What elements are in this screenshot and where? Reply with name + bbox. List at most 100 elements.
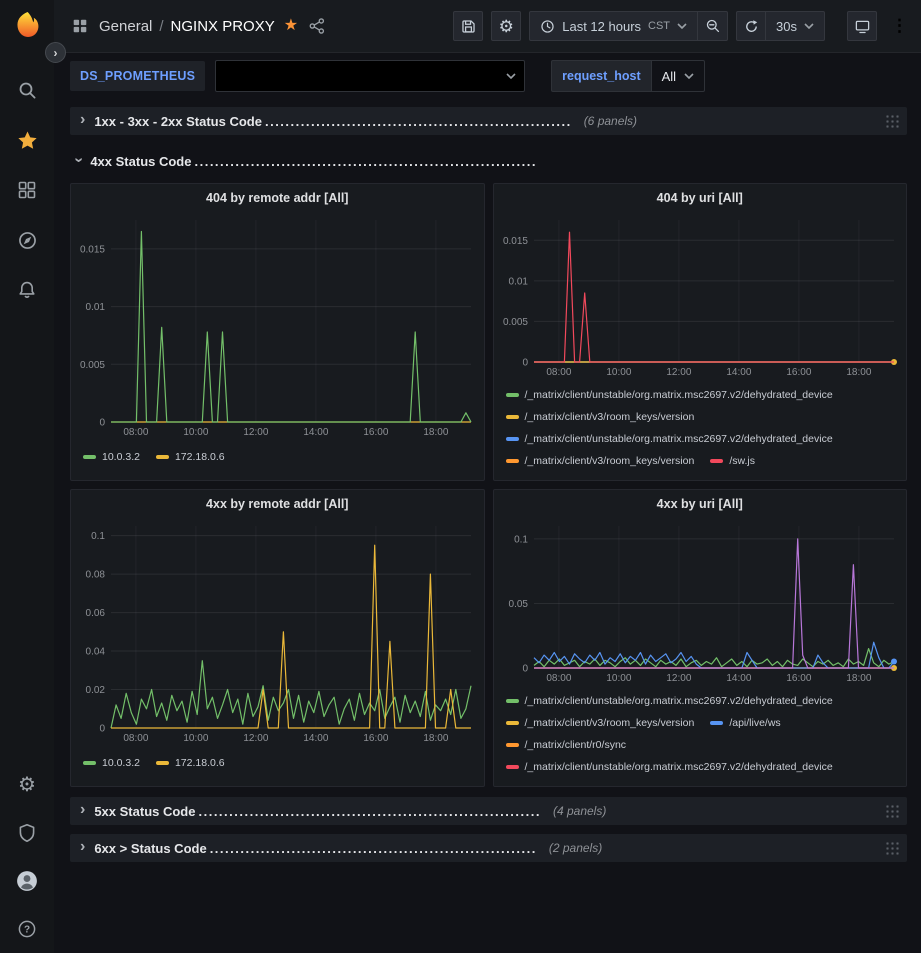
legend-item[interactable]: /_matrix/client/unstable/org.matrix.msc2… — [506, 385, 833, 405]
host-variable-select[interactable] — [215, 60, 525, 92]
legend-item[interactable]: /sw.js — [710, 451, 755, 471]
panel-title[interactable]: 4xx by remote addr [All] — [71, 490, 484, 518]
sidebar-navigation: ⚙ ? — [0, 0, 54, 953]
legend-label: /_matrix/client/v3/room_keys/version — [525, 407, 695, 427]
row-panel-count: (6 panels) — [584, 114, 637, 128]
legend-item[interactable]: 172.18.0.6 — [156, 447, 225, 467]
admin-shield-icon[interactable] — [15, 821, 39, 845]
svg-text:0.08: 0.08 — [86, 570, 106, 581]
starred-icon[interactable] — [15, 128, 39, 152]
svg-text:10:00: 10:00 — [183, 427, 208, 438]
panel-title[interactable]: 4xx by uri [All] — [494, 490, 907, 518]
legend-item[interactable]: /_matrix/client/v3/room_keys/version — [506, 407, 695, 427]
alerting-bell-icon[interactable] — [15, 278, 39, 302]
time-zone-label: CST — [648, 20, 670, 32]
chevron-down-icon — [684, 73, 694, 79]
svg-text:12:00: 12:00 — [666, 673, 691, 684]
svg-text:0.01: 0.01 — [508, 276, 528, 287]
cycle-view-mode-button[interactable] — [847, 11, 877, 41]
chevron-down-icon — [677, 23, 687, 29]
legend-swatch — [506, 743, 519, 747]
row-drag-handle[interactable] — [885, 804, 899, 818]
svg-text:12:00: 12:00 — [243, 733, 268, 744]
svg-text:0.005: 0.005 — [502, 317, 527, 328]
svg-text:18:00: 18:00 — [423, 733, 448, 744]
refresh-controls-group: 30s — [736, 11, 825, 41]
variable-ds-prometheus-link[interactable]: DS_PROMETHEUS — [70, 61, 205, 91]
svg-text:12:00: 12:00 — [666, 367, 691, 378]
dashboard-variables-bar: DS_PROMETHEUS request_host All — [54, 53, 921, 97]
user-avatar[interactable] — [15, 869, 39, 893]
zoom-out-button[interactable] — [698, 11, 728, 41]
legend-item[interactable]: /_matrix/client/unstable/org.matrix.msc2… — [506, 429, 833, 449]
legend-swatch — [506, 459, 519, 463]
timeseries-chart[interactable]: 08:0010:0012:0014:0016:0018:0000.0050.01… — [498, 212, 902, 378]
svg-text:10:00: 10:00 — [606, 367, 631, 378]
panel-title[interactable]: 404 by remote addr [All] — [71, 184, 484, 212]
svg-text:0.1: 0.1 — [514, 534, 528, 545]
panel-title-text: 4xx by uri [All] — [657, 497, 743, 511]
share-icon[interactable] — [307, 16, 327, 36]
legend-item[interactable]: 10.0.3.2 — [83, 447, 140, 467]
panel-404-by-remote-addr: 404 by remote addr [All] 08:0010:0012:00… — [70, 183, 485, 481]
explore-compass-icon[interactable] — [15, 228, 39, 252]
help-icon[interactable]: ? — [15, 917, 39, 941]
legend-item[interactable]: 10.0.3.2 — [83, 753, 140, 773]
server-admin-settings-icon[interactable]: ⚙ — [15, 773, 39, 797]
chevron-right-icon: › — [80, 802, 85, 818]
time-range-picker[interactable]: Last 12 hours CST — [529, 11, 698, 41]
favorite-star-icon[interactable]: ★ — [284, 18, 298, 34]
row-5xx-status-code[interactable]: › 5xx Status Code ......................… — [70, 797, 907, 825]
chart-area: 08:0010:0012:0014:0016:0018:0000.050.1 — [494, 518, 907, 684]
legend-swatch — [83, 761, 96, 765]
sidebar-expand-button[interactable]: › — [45, 42, 66, 63]
legend-item[interactable]: /_matrix/client/unstable/org.matrix.msc2… — [506, 691, 833, 711]
legend-item[interactable]: /_matrix/client/v3/room_keys/version — [506, 713, 695, 733]
timeseries-chart[interactable]: 08:0010:0012:0014:0016:0018:0000.050.1 — [498, 518, 902, 684]
svg-text:0.005: 0.005 — [80, 360, 105, 371]
breadcrumb-folder[interactable]: General — [99, 18, 152, 35]
svg-text:0.1: 0.1 — [91, 531, 105, 542]
row-drag-handle[interactable] — [885, 114, 899, 128]
legend-label: 172.18.0.6 — [175, 447, 225, 467]
sidebar-bottom-nav: ⚙ ? — [15, 773, 39, 941]
timeseries-chart[interactable]: 08:0010:0012:0014:0016:0018:0000.020.040… — [75, 518, 479, 744]
row-drag-handle[interactable] — [885, 841, 899, 855]
apps-grid-icon[interactable] — [70, 16, 90, 36]
legend-swatch — [506, 393, 519, 397]
legend-item[interactable]: /_matrix/client/r0/sync — [506, 735, 627, 755]
timeseries-chart[interactable]: 08:0010:0012:0014:0016:0018:0000.0050.01… — [75, 212, 479, 438]
save-dashboard-button[interactable] — [453, 11, 483, 41]
svg-text:14:00: 14:00 — [303, 427, 328, 438]
legend-swatch — [156, 761, 169, 765]
legend-item[interactable]: /_matrix/client/unstable/org.matrix.msc2… — [506, 757, 833, 777]
panel-title[interactable]: 404 by uri [All] — [494, 184, 907, 212]
grafana-logo[interactable] — [13, 10, 41, 38]
legend-item[interactable]: 172.18.0.6 — [156, 753, 225, 773]
refresh-interval-picker[interactable]: 30s — [766, 11, 825, 41]
row-title: 5xx Status Code — [94, 804, 195, 819]
svg-text:0.01: 0.01 — [86, 302, 106, 313]
row-4xx-status-code[interactable]: › 4xx Status Code ......................… — [70, 147, 907, 175]
svg-text:08:00: 08:00 — [123, 427, 148, 438]
breadcrumb-dashboard-title[interactable]: NGINX PROXY — [171, 18, 275, 35]
request-host-variable-select[interactable]: All — [651, 60, 705, 92]
row-title-leader-dots: ........................................… — [265, 114, 572, 129]
row-1xx-3xx-2xx-status-code[interactable]: › 1xx - 3xx - 2xx Status Code ..........… — [70, 107, 907, 135]
legend-label: 10.0.3.2 — [102, 753, 140, 773]
svg-text:0.04: 0.04 — [86, 647, 106, 658]
dashboards-icon[interactable] — [15, 178, 39, 202]
dashboard-settings-button[interactable]: ⚙ — [491, 11, 521, 41]
legend-item[interactable]: /api/live/ws — [710, 713, 780, 733]
svg-text:08:00: 08:00 — [546, 367, 571, 378]
refresh-interval-label: 30s — [776, 19, 797, 34]
chevron-right-icon: › — [80, 112, 85, 128]
row-title-leader-dots: ........................................… — [194, 154, 537, 169]
breadcrumb-separator: / — [159, 18, 163, 35]
row-6xx-status-code[interactable]: › 6xx > Status Code ....................… — [70, 834, 907, 862]
legend-item[interactable]: /_matrix/client/v3/room_keys/version — [506, 451, 695, 471]
refresh-button[interactable] — [736, 11, 766, 41]
legend-label: /_matrix/client/unstable/org.matrix.msc2… — [525, 429, 833, 449]
search-icon[interactable] — [15, 78, 39, 102]
kebab-menu-button[interactable]: ⋮ — [885, 15, 907, 37]
